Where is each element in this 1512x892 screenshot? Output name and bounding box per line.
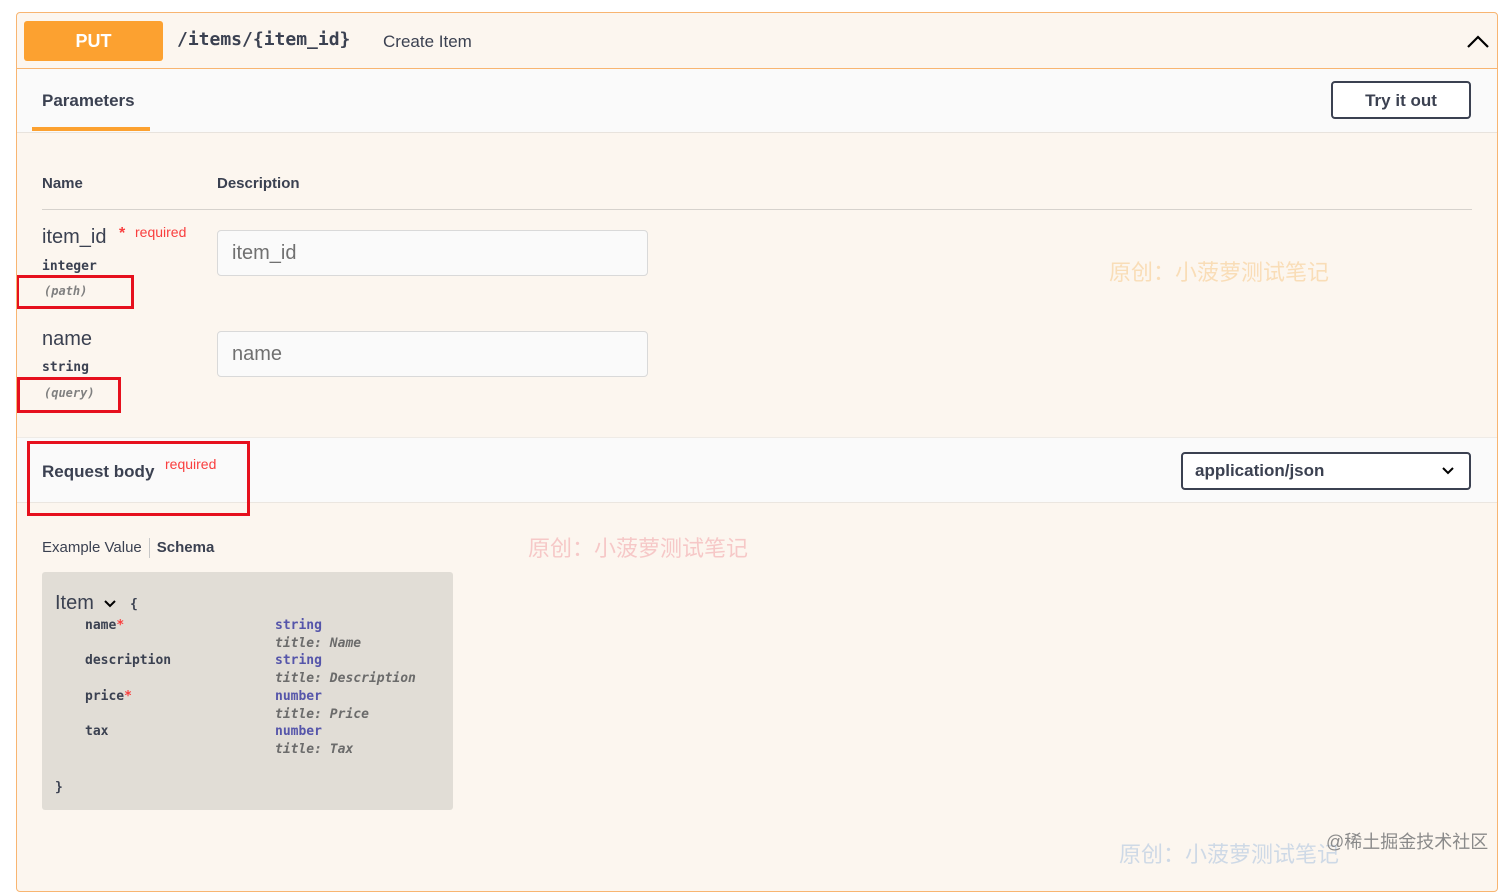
param-name-type: string (42, 360, 89, 375)
param-item-id-name: item_id (42, 226, 107, 248)
prop-name-type: string (275, 618, 322, 633)
header-divider (42, 209, 1472, 210)
prop-name: name* (85, 618, 125, 633)
prop-price: price* (85, 689, 132, 704)
required-star: * (119, 225, 126, 242)
schema-model: Item { name* string title: Name descript… (42, 572, 453, 810)
highlight-box-request-body (27, 441, 250, 516)
chevron-down-icon (104, 600, 117, 608)
try-it-out-button[interactable]: Try it out (1331, 81, 1471, 119)
endpoint-path: /items/{item_id} (177, 29, 351, 50)
name-input[interactable] (217, 331, 648, 377)
tab-active-indicator (32, 127, 150, 131)
param-name-name: name (42, 328, 93, 350)
tab-parameters[interactable]: Parameters (42, 91, 135, 111)
item-id-input[interactable] (217, 230, 648, 276)
prop-price-title: title: Price (275, 707, 369, 722)
tab-schema[interactable]: Schema (157, 539, 215, 556)
model-title[interactable]: Item (55, 592, 117, 615)
example-tabs: Example Value Schema (42, 538, 214, 558)
content-type-value: application/json (1195, 461, 1325, 480)
prop-tax-title: title: Tax (275, 742, 354, 757)
prop-description-title: title: Description (275, 671, 416, 686)
tab-example-value[interactable]: Example Value (42, 539, 142, 556)
watermark-blue: 原创：小菠萝测试笔记 (1119, 842, 1340, 867)
chevron-up-icon[interactable] (1465, 29, 1491, 55)
watermark-pink: 原创：小菠萝测试笔记 (528, 536, 749, 561)
prop-price-type: number (275, 689, 322, 704)
method-badge: PUT (24, 21, 163, 61)
open-brace: { (130, 597, 138, 612)
chevron-down-icon (1442, 467, 1454, 475)
operation-description: Create Item (383, 32, 472, 51)
param-item-id-type: integer (42, 259, 97, 274)
content-type-select[interactable]: application/json (1181, 452, 1471, 490)
required-label: required (135, 224, 187, 240)
column-header-description: Description (217, 175, 300, 192)
operation-block: PUT /items/{item_id} Create Item Paramet… (16, 12, 1498, 892)
close-brace: } (55, 780, 63, 795)
prop-description: description (85, 653, 172, 668)
tab-separator (148, 538, 150, 558)
watermark-orange: 原创：小菠萝测试笔记 (1109, 260, 1330, 285)
highlight-box-path (17, 275, 134, 309)
prop-tax: tax (85, 724, 109, 739)
model-name: Item (55, 592, 94, 614)
column-header-name: Name (42, 175, 83, 192)
parameters-header: Parameters Try it out (17, 69, 1497, 133)
prop-tax-type: number (275, 724, 322, 739)
operation-summary[interactable]: PUT /items/{item_id} Create Item (17, 13, 1497, 69)
highlight-box-query (17, 377, 121, 413)
corner-watermark: @稀土掘金技术社区 (1326, 832, 1489, 852)
prop-description-type: string (275, 653, 322, 668)
prop-name-title: title: Name (275, 636, 362, 651)
